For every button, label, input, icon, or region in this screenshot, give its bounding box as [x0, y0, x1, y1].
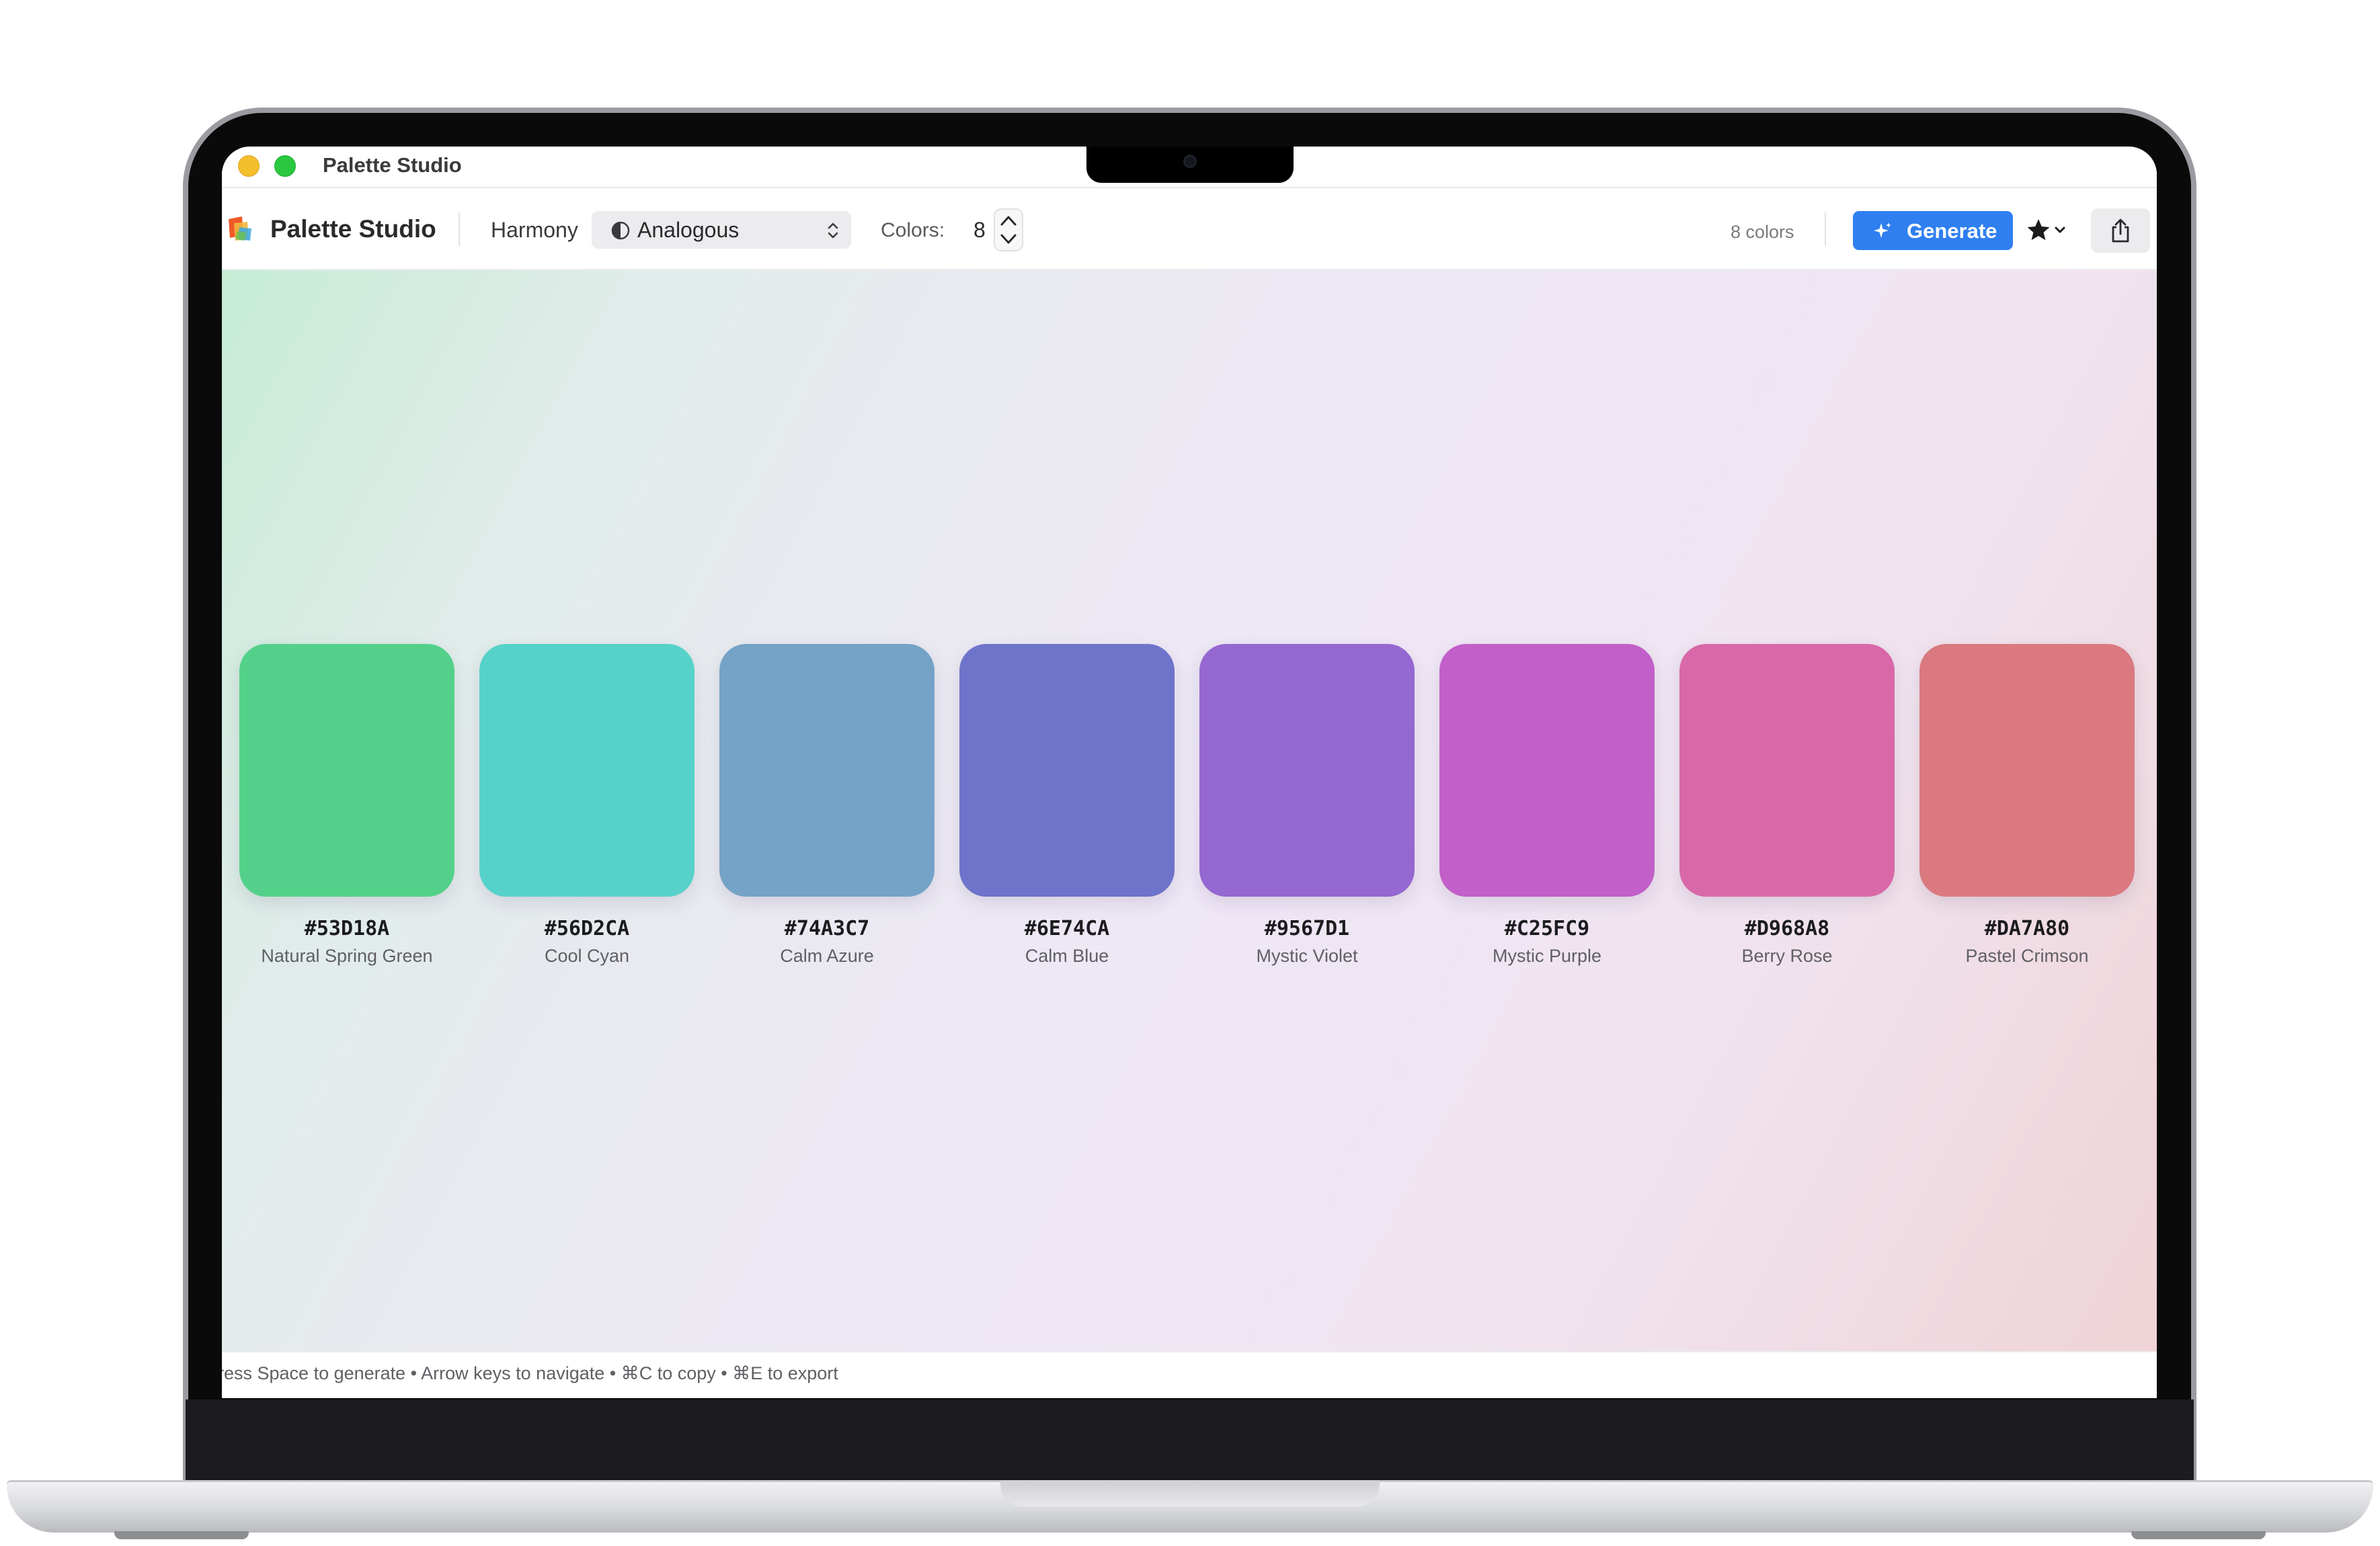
swatch-hex: #53D18A [304, 917, 390, 940]
updown-chevron-icon [828, 222, 838, 239]
palette-logo-icon [229, 216, 251, 241]
palette-canvas: #53D18A Natural Spring Green #56D2CA Coo… [222, 270, 2157, 1351]
app-name: Palette Studio [270, 215, 436, 243]
swatch-hex: #6E74CA [1024, 917, 1110, 940]
chevron-down-icon [2055, 227, 2065, 233]
swatch-chip[interactable] [1679, 644, 1895, 897]
swatch-name: Mystic Violet [1256, 946, 1358, 966]
generate-label: Generate [1907, 219, 1997, 243]
sparkle-icon [1874, 222, 1891, 238]
swatch-name: Berry Rose [1741, 946, 1833, 966]
swatch-chip[interactable] [719, 644, 935, 897]
swatch-name: Calm Azure [780, 946, 874, 966]
share-icon [2112, 218, 2129, 243]
minimize-button[interactable] [238, 155, 260, 177]
half-circle-icon [611, 221, 630, 240]
color-count-status: 8 colors [1731, 222, 1794, 242]
colors-stepper[interactable] [994, 208, 1023, 251]
swatch-hex: #56D2CA [544, 917, 630, 940]
swatch-chip[interactable] [959, 644, 1175, 897]
colors-count-value: 8 [974, 218, 986, 242]
app-window: Palette Studio Palette Studio Harmony An… [222, 147, 2157, 1398]
swatch-name: Mystic Purple [1492, 946, 1602, 966]
colors-label: Colors: [881, 219, 945, 241]
keyboard-hints: ress Space to generate • Arrow keys to n… [222, 1363, 838, 1383]
window-title: Palette Studio [323, 153, 462, 177]
swatch-hex: #74A3C7 [784, 917, 870, 940]
share-button[interactable] [2091, 208, 2150, 253]
toolbar-divider [1825, 212, 1826, 246]
generate-button[interactable]: Generate [1853, 211, 2013, 250]
harmony-label: Harmony [491, 218, 578, 242]
color-swatch[interactable]: #56D2CA Cool Cyan [479, 644, 695, 967]
color-swatch[interactable]: #6E74CA Calm Blue [959, 644, 1175, 967]
swatch-hex: #DA7A80 [1984, 917, 2070, 940]
swatch-name: Natural Spring Green [261, 946, 433, 966]
laptop-foot-right [2131, 1531, 2266, 1539]
favorites-menu-button[interactable] [2024, 212, 2075, 249]
color-swatch[interactable]: #C25FC9 Mystic Purple [1439, 644, 1655, 967]
color-swatch[interactable]: #74A3C7 Calm Azure [719, 644, 935, 967]
harmony-value: Analogous [637, 218, 740, 242]
swatch-hex: #9567D1 [1264, 917, 1350, 940]
toolbar: Palette Studio Harmony Analogous Colors:… [222, 188, 2157, 270]
swatch-chip[interactable] [1439, 644, 1655, 897]
toolbar-divider [459, 212, 460, 246]
color-swatch[interactable]: #9567D1 Mystic Violet [1199, 644, 1415, 967]
laptop-bezel [186, 1399, 2194, 1480]
swatch-hex: #C25FC9 [1504, 917, 1590, 940]
swatch-hex: #D968A8 [1744, 917, 1830, 940]
status-bar: ress Space to generate • Arrow keys to n… [222, 1351, 2157, 1398]
swatch-name: Calm Blue [1025, 946, 1109, 966]
swatch-chip[interactable] [239, 644, 454, 897]
laptop-foot-left [114, 1531, 249, 1539]
swatch-chip[interactable] [479, 644, 695, 897]
swatch-chip[interactable] [1199, 644, 1415, 897]
swatch-chip[interactable] [1919, 644, 2135, 897]
camera-notch [1086, 147, 1294, 183]
color-swatch[interactable]: #53D18A Natural Spring Green [239, 644, 454, 967]
laptop-lid-groove [1000, 1480, 1380, 1507]
harmony-select[interactable]: Analogous [592, 211, 851, 249]
color-swatch[interactable]: #D968A8 Berry Rose [1679, 644, 1895, 967]
star-icon [2027, 219, 2050, 241]
color-swatch[interactable]: #DA7A80 Pastel Crimson [1919, 644, 2135, 967]
camera-icon [1183, 155, 1197, 168]
swatch-name: Cool Cyan [544, 946, 630, 966]
zoom-button[interactable] [274, 155, 296, 177]
swatch-name: Pastel Crimson [1965, 946, 2089, 966]
